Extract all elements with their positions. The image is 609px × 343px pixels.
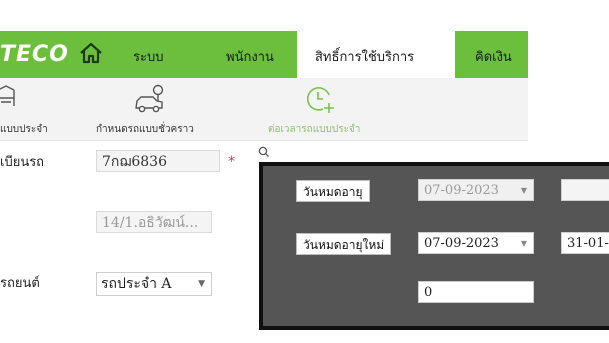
toolbar-fixed-vehicle[interactable]: แบบประจำ [0,84,50,138]
nav-item-system[interactable]: ระบบ [133,46,163,67]
toolbar-extend-fixed-vehicle[interactable]: ต่อเวลารถแบบประจำ [268,84,378,138]
new-expire-date-end-field[interactable]: 31-01-2 [561,232,609,254]
amount-field[interactable]: 0 [418,281,534,303]
nav-item-billing[interactable]: คิดเงิน [475,46,512,67]
home-icon [80,42,102,64]
chevron-down-icon: ▼ [198,279,205,289]
nav-item-service-rights[interactable]: สิทธิ์การใช้บริการ [315,46,414,67]
sub-toolbar [0,78,528,141]
expire-date-label: วันหมดอายุ [296,180,370,202]
toolbar-fixed-vehicle-label: แบบประจำ [0,124,48,135]
toolbar-temporary-vehicle-label: กำหนดรถแบบชั่วคราว [96,124,194,135]
vehicle-type-select[interactable]: รถประจำ A ▼ [96,272,212,296]
license-plate-label: เบียนรถ [0,155,45,170]
app-window: TECO ระบบ พนักงาน สิทธิ์การใช้บริการ คิด… [0,0,609,343]
required-marker: * [228,154,235,170]
new-expire-date-label: วันหมดอายุใหม่ [296,233,392,255]
chevron-down-icon: ▼ [520,239,527,248]
chevron-down-icon: ▼ [520,186,527,195]
expire-date-select: 07-09-2023 ▼ [418,179,534,201]
toolbar-extend-fixed-vehicle-label: ต่อเวลารถแบบประจำ [268,124,361,135]
expire-date-end-field [561,179,609,201]
expire-date-value: 07-09-2023 [424,183,499,198]
vehicle-type-label: รถยนต์ [0,276,40,291]
nav-item-employees[interactable]: พนักงาน [226,46,274,67]
clock-add-icon [306,87,334,113]
search-icon[interactable] [258,146,270,158]
new-expire-date-select[interactable]: 07-09-2023 ▼ [418,232,534,254]
car-pin-icon [135,84,164,113]
license-plate-field[interactable]: 7กฌ6836 [96,150,220,172]
toolbar-temporary-vehicle[interactable]: กำหนดรถแบบชั่วคราว [96,84,216,138]
new-expire-date-value: 07-09-2023 [424,236,499,251]
home-button[interactable] [78,40,104,66]
brand-logo: TECO [0,42,69,67]
address-field: 14/1.อธิวัฒน์... [96,211,212,233]
renewal-panel: วันหมดอายุ 07-09-2023 ▼ วันหมดอายุใหม่ 0… [259,162,609,330]
vehicle-type-value: รถประจำ A [101,276,172,292]
car-icon [0,85,15,106]
